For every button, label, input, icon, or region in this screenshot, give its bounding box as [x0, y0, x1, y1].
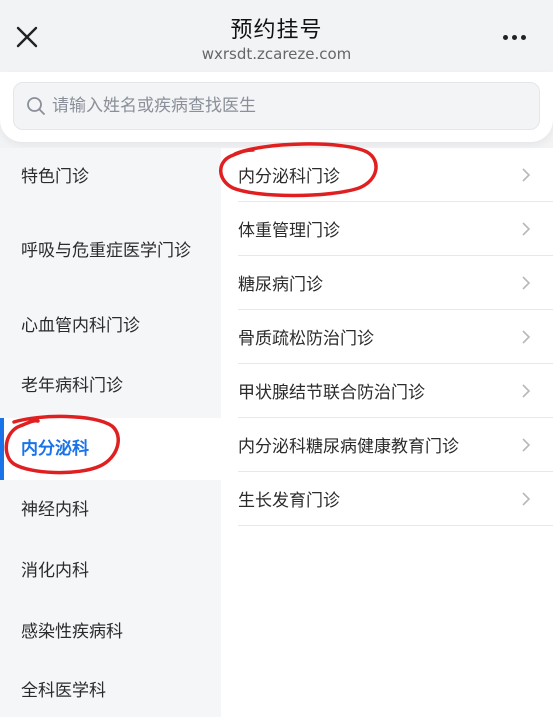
clinic-item-label: 内分泌科糖尿病健康教育门诊: [238, 437, 459, 457]
clinic-item-label: 体重管理门诊: [238, 221, 340, 241]
sidebar-item-label: 老年病科门诊: [21, 376, 123, 396]
clinic-item-weight[interactable]: 体重管理门诊: [238, 202, 553, 256]
more-icon: [512, 34, 517, 40]
chevron-right-icon: [522, 329, 531, 344]
clinic-item-endocrinology[interactable]: 内分泌科门诊: [238, 148, 553, 202]
sidebar-item-label: 全科医学科: [21, 680, 106, 701]
search-icon: [27, 97, 45, 115]
page-title: 预约挂号: [230, 18, 323, 43]
sidebar-item-featured[interactable]: 特色门诊: [0, 148, 221, 206]
department-sidebar: 特色门诊 呼吸与危重症医学门诊 心血管内科门诊 老年病科门诊 内分泌科 神经内科…: [0, 148, 221, 717]
clinic-item-label: 骨质疏松防治门诊: [238, 329, 374, 349]
sidebar-item-geriatrics[interactable]: 老年病科门诊: [0, 356, 221, 416]
sidebar-item-label: 心血管内科门诊: [21, 316, 140, 336]
clinic-item-label: 甲状腺结节联合防治门诊: [238, 383, 425, 403]
search-box[interactable]: [13, 82, 540, 130]
sidebar-item-label: 神经内科: [21, 500, 89, 520]
more-icon: [521, 34, 526, 40]
chevron-right-icon: [522, 221, 531, 236]
search-area: [0, 72, 553, 148]
sidebar-item-neurology[interactable]: 神经内科: [0, 480, 221, 540]
search-input[interactable]: [52, 96, 522, 116]
sidebar-item-label: 感染性疾病科: [21, 622, 123, 642]
search-card: [0, 72, 553, 142]
top-bar: 预约挂号 wxrsdt.zcareze.com: [0, 0, 553, 72]
clinic-item-thyroid[interactable]: 甲状腺结节联合防治门诊: [238, 364, 553, 418]
chevron-right-icon: [522, 491, 531, 506]
clinic-item-osteoporosis[interactable]: 骨质疏松防治门诊: [238, 310, 553, 364]
chevron-right-icon: [522, 383, 531, 398]
sidebar-item-gastroenterology[interactable]: 消化内科: [0, 540, 221, 602]
clinic-item-label: 糖尿病门诊: [238, 275, 323, 295]
sidebar-item-infectious[interactable]: 感染性疾病科: [0, 602, 221, 662]
clinic-item-growth[interactable]: 生长发育门诊: [238, 472, 553, 526]
more-button[interactable]: [503, 30, 533, 44]
sidebar-item-general[interactable]: 全科医学科: [0, 664, 221, 717]
clinic-item-label: 内分泌科门诊: [238, 167, 340, 187]
sidebar-item-label: 内分泌科: [21, 439, 89, 459]
chevron-right-icon: [522, 437, 531, 452]
chevron-right-icon: [522, 275, 531, 290]
sidebar-item-label: 呼吸与危重症医学门诊: [21, 241, 191, 261]
sidebar-item-respiratory[interactable]: 呼吸与危重症医学门诊: [0, 206, 221, 296]
clinic-item-diabetes-education[interactable]: 内分泌科糖尿病健康教育门诊: [238, 418, 553, 472]
sidebar-item-cardiology[interactable]: 心血管内科门诊: [0, 296, 221, 356]
clinic-item-label: 生长发育门诊: [238, 491, 340, 511]
clinic-item-diabetes[interactable]: 糖尿病门诊: [238, 256, 553, 310]
sidebar-item-endocrinology[interactable]: 内分泌科: [0, 418, 221, 480]
page-url: wxrsdt.zcareze.com: [201, 45, 352, 63]
chevron-right-icon: [522, 167, 531, 182]
more-icon: [503, 34, 508, 40]
sidebar-item-label: 特色门诊: [21, 167, 89, 187]
sidebar-item-label: 消化内科: [21, 561, 89, 581]
